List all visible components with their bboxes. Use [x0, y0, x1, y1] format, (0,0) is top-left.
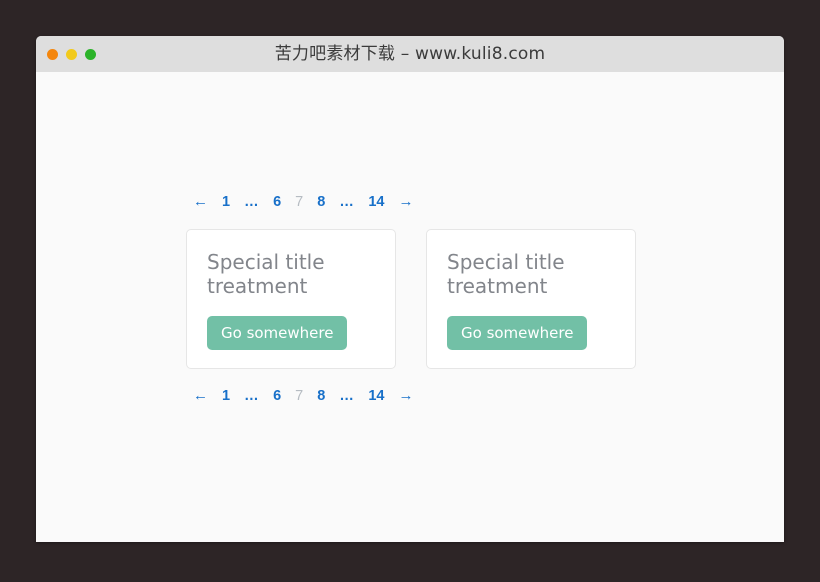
card-deck: Special title treatment Go somewhere Speci… — [186, 229, 646, 369]
page-item[interactable]: 1 — [215, 192, 237, 212]
page-item[interactable]: ← — [186, 192, 215, 212]
page-item[interactable]: ← — [186, 386, 215, 406]
page-link-14[interactable]: 14 — [361, 386, 391, 406]
page-item: 7 — [288, 192, 310, 212]
next-page-link[interactable]: → — [391, 386, 420, 406]
card-title: Special title treatment — [207, 250, 325, 299]
page-item[interactable]: … — [237, 192, 266, 212]
pagination-bottom: ← 1… 6 7 8… 14 → — [186, 386, 646, 406]
pagination-list: ← 1… 6 7 8… 14 → — [186, 386, 646, 406]
page-item[interactable]: 8 — [310, 192, 332, 212]
browser-window: 苦力吧素材下载 – www.kuli8.com ← 1… 6 7 8… 14 → Speci… — [36, 36, 784, 542]
page-item[interactable]: 6 — [266, 386, 288, 406]
page-item[interactable]: → — [391, 192, 420, 212]
page-link-8[interactable]: 8 — [310, 386, 332, 406]
page-item[interactable]: … — [237, 386, 266, 406]
page-ellipsis[interactable]: … — [237, 386, 266, 406]
page-ellipsis[interactable]: … — [332, 386, 361, 406]
page-viewport: ← 1… 6 7 8… 14 → Special title treatment Go som… — [36, 72, 784, 542]
pagination-list: ← 1… 6 7 8… 14 → — [186, 192, 646, 212]
page-item[interactable]: … — [332, 386, 361, 406]
page-ellipsis[interactable]: … — [332, 192, 361, 212]
page-item[interactable]: → — [391, 386, 420, 406]
page-link-7: 7 — [295, 388, 304, 404]
page-link-7: 7 — [295, 194, 304, 210]
page-item: 7 — [288, 386, 310, 406]
pagination-top: ← 1… 6 7 8… 14 → — [186, 192, 646, 212]
page-link-8[interactable]: 8 — [310, 192, 332, 212]
page-item[interactable]: 1 — [215, 386, 237, 406]
page-link-14[interactable]: 14 — [361, 192, 391, 212]
page-content: ← 1… 6 7 8… 14 → Special title treatment Go som… — [186, 192, 646, 406]
page-link-1[interactable]: 1 — [215, 386, 237, 406]
page-ellipsis[interactable]: … — [237, 192, 266, 212]
page-link-1[interactable]: 1 — [215, 192, 237, 212]
card: Special title treatment Go somewhere — [186, 229, 396, 369]
page-link-6[interactable]: 6 — [266, 192, 288, 212]
page-item[interactable]: … — [332, 192, 361, 212]
next-page-link[interactable]: → — [391, 192, 420, 212]
previous-page-link[interactable]: ← — [186, 192, 215, 212]
page-link-6[interactable]: 6 — [266, 386, 288, 406]
go-somewhere-button[interactable]: Go somewhere — [447, 315, 588, 350]
card: Special title treatment Go somewhere — [426, 229, 636, 369]
page-item[interactable]: 14 — [361, 386, 391, 406]
page-item[interactable]: 8 — [310, 386, 332, 406]
previous-page-link[interactable]: ← — [186, 386, 215, 406]
page-item[interactable]: 6 — [266, 192, 288, 212]
go-somewhere-button[interactable]: Go somewhere — [207, 315, 348, 350]
card-title: Special title treatment — [447, 250, 565, 299]
window-title: 苦力吧素材下载 – www.kuli8.com — [274, 44, 546, 64]
page-item[interactable]: 14 — [361, 192, 391, 212]
window-titlebar: 苦力吧素材下载 – www.kuli8.com — [36, 36, 784, 72]
